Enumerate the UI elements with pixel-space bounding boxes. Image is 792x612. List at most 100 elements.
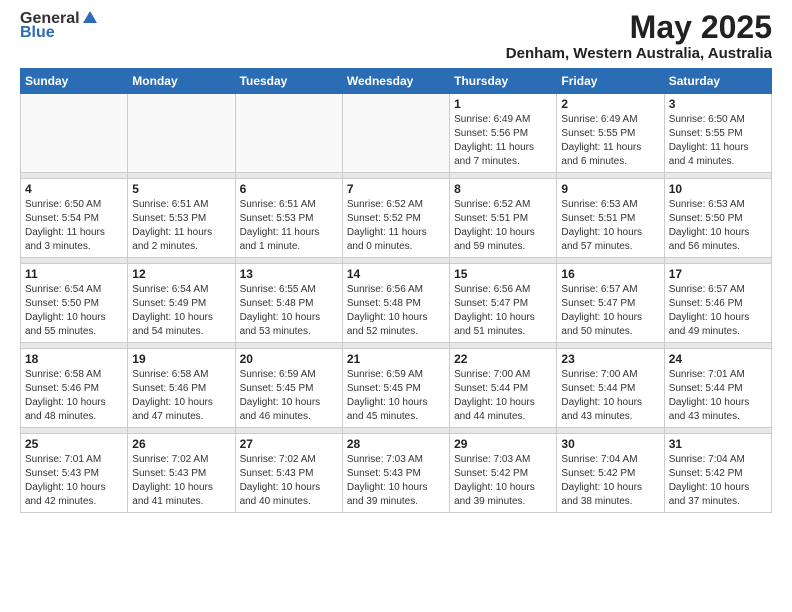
day-info: Sunrise: 6:58 AM Sunset: 5:46 PM Dayligh…	[25, 368, 123, 424]
weekday-header-monday: Monday	[128, 69, 235, 94]
day-info: Sunrise: 6:54 AM Sunset: 5:50 PM Dayligh…	[25, 283, 123, 339]
calendar-cell: 3 Sunrise: 6:50 AM Sunset: 5:55 PM Daylig…	[664, 94, 771, 173]
calendar-cell: 5 Sunrise: 6:51 AM Sunset: 5:53 PM Daylig…	[128, 179, 235, 258]
calendar-cell: 9 Sunrise: 6:53 AM Sunset: 5:51 PM Daylig…	[557, 179, 664, 258]
logo-blue: Blue	[20, 24, 55, 42]
day-info: Sunrise: 7:01 AM Sunset: 5:43 PM Dayligh…	[25, 453, 123, 509]
day-info: Sunrise: 7:02 AM Sunset: 5:43 PM Dayligh…	[240, 453, 338, 509]
day-number: 27	[240, 437, 338, 451]
calendar-cell: 30 Sunrise: 7:04 AM Sunset: 5:42 PM Dayli…	[557, 434, 664, 513]
weekday-header-wednesday: Wednesday	[342, 69, 449, 94]
day-number: 7	[347, 182, 445, 196]
day-info: Sunrise: 7:01 AM Sunset: 5:44 PM Dayligh…	[669, 368, 767, 424]
day-number: 10	[669, 182, 767, 196]
day-number: 14	[347, 267, 445, 281]
calendar-cell: 25 Sunrise: 7:01 AM Sunset: 5:43 PM Dayli…	[21, 434, 128, 513]
calendar-cell: 21 Sunrise: 6:59 AM Sunset: 5:45 PM Dayli…	[342, 349, 449, 428]
day-number: 18	[25, 352, 123, 366]
day-info: Sunrise: 6:55 AM Sunset: 5:48 PM Dayligh…	[240, 283, 338, 339]
day-number: 13	[240, 267, 338, 281]
day-number: 5	[132, 182, 230, 196]
calendar-cell	[235, 94, 342, 173]
calendar-page: General Blue May 2025 Denham, Western Au…	[0, 0, 792, 612]
calendar-cell: 6 Sunrise: 6:51 AM Sunset: 5:53 PM Daylig…	[235, 179, 342, 258]
day-number: 29	[454, 437, 552, 451]
day-info: Sunrise: 6:50 AM Sunset: 5:54 PM Dayligh…	[25, 198, 123, 254]
calendar-cell: 26Sunrise: 7:02 AM Sunset: 5:43 PM Dayli…	[128, 434, 235, 513]
calendar-cell: 11 Sunrise: 6:54 AM Sunset: 5:50 PM Dayli…	[21, 264, 128, 343]
calendar-cell: 27 Sunrise: 7:02 AM Sunset: 5:43 PM Dayli…	[235, 434, 342, 513]
calendar-cell: 28Sunrise: 7:03 AM Sunset: 5:43 PM Dayli…	[342, 434, 449, 513]
calendar-cell: 16Sunrise: 6:57 AM Sunset: 5:47 PM Dayli…	[557, 264, 664, 343]
location-title: Denham, Western Australia, Australia	[506, 45, 772, 62]
day-info: Sunrise: 6:49 AM Sunset: 5:55 PM Dayligh…	[561, 113, 659, 169]
day-number: 21	[347, 352, 445, 366]
day-number: 20	[240, 352, 338, 366]
calendar-cell: 17Sunrise: 6:57 AM Sunset: 5:46 PM Dayli…	[664, 264, 771, 343]
calendar-cell	[21, 94, 128, 173]
calendar-cell: 10 Sunrise: 6:53 AM Sunset: 5:50 PM Dayli…	[664, 179, 771, 258]
weekday-header-row: SundayMondayTuesdayWednesdayThursdayFrid…	[21, 69, 772, 94]
calendar-week-1: 1 Sunrise: 6:49 AM Sunset: 5:56 PM Daylig…	[21, 94, 772, 173]
day-number: 4	[25, 182, 123, 196]
calendar-cell: 1 Sunrise: 6:49 AM Sunset: 5:56 PM Daylig…	[450, 94, 557, 173]
calendar-cell: 13 Sunrise: 6:55 AM Sunset: 5:48 PM Dayli…	[235, 264, 342, 343]
month-title: May 2025	[506, 10, 772, 45]
calendar-cell: 7 Sunrise: 6:52 AM Sunset: 5:52 PM Daylig…	[342, 179, 449, 258]
day-info: Sunrise: 6:53 AM Sunset: 5:50 PM Dayligh…	[669, 198, 767, 254]
title-section: May 2025 Denham, Western Australia, Aust…	[506, 10, 772, 62]
day-info: Sunrise: 7:04 AM Sunset: 5:42 PM Dayligh…	[669, 453, 767, 509]
day-number: 8	[454, 182, 552, 196]
day-info: Sunrise: 6:56 AM Sunset: 5:48 PM Dayligh…	[347, 283, 445, 339]
day-number: 17	[669, 267, 767, 281]
day-info: Sunrise: 6:59 AM Sunset: 5:45 PM Dayligh…	[240, 368, 338, 424]
day-number: 2	[561, 97, 659, 111]
logo: General Blue	[20, 10, 99, 42]
day-number: 16	[561, 267, 659, 281]
calendar-cell: 29Sunrise: 7:03 AM Sunset: 5:42 PM Dayli…	[450, 434, 557, 513]
calendar-week-2: 4 Sunrise: 6:50 AM Sunset: 5:54 PM Daylig…	[21, 179, 772, 258]
day-number: 30	[561, 437, 659, 451]
day-info: Sunrise: 6:49 AM Sunset: 5:56 PM Dayligh…	[454, 113, 552, 169]
day-info: Sunrise: 7:02 AM Sunset: 5:43 PM Dayligh…	[132, 453, 230, 509]
day-number: 6	[240, 182, 338, 196]
day-info: Sunrise: 6:54 AM Sunset: 5:49 PM Dayligh…	[132, 283, 230, 339]
calendar-table: SundayMondayTuesdayWednesdayThursdayFrid…	[20, 68, 772, 513]
day-number: 23	[561, 352, 659, 366]
calendar-cell: 22 Sunrise: 7:00 AM Sunset: 5:44 PM Dayli…	[450, 349, 557, 428]
day-info: Sunrise: 7:03 AM Sunset: 5:43 PM Dayligh…	[347, 453, 445, 509]
calendar-cell: 2 Sunrise: 6:49 AM Sunset: 5:55 PM Daylig…	[557, 94, 664, 173]
calendar-cell: 24 Sunrise: 7:01 AM Sunset: 5:44 PM Dayli…	[664, 349, 771, 428]
day-number: 1	[454, 97, 552, 111]
day-info: Sunrise: 6:51 AM Sunset: 5:53 PM Dayligh…	[240, 198, 338, 254]
weekday-header-tuesday: Tuesday	[235, 69, 342, 94]
calendar-cell: 23 Sunrise: 7:00 AM Sunset: 5:44 PM Dayli…	[557, 349, 664, 428]
calendar-cell: 15Sunrise: 6:56 AM Sunset: 5:47 PM Dayli…	[450, 264, 557, 343]
day-info: Sunrise: 7:04 AM Sunset: 5:42 PM Dayligh…	[561, 453, 659, 509]
logo-icon	[81, 9, 99, 27]
calendar-cell: 4 Sunrise: 6:50 AM Sunset: 5:54 PM Daylig…	[21, 179, 128, 258]
day-number: 24	[669, 352, 767, 366]
day-number: 15	[454, 267, 552, 281]
calendar-week-4: 18 Sunrise: 6:58 AM Sunset: 5:46 PM Dayli…	[21, 349, 772, 428]
calendar-cell: 31Sunrise: 7:04 AM Sunset: 5:42 PM Dayli…	[664, 434, 771, 513]
day-info: Sunrise: 6:50 AM Sunset: 5:55 PM Dayligh…	[669, 113, 767, 169]
calendar-cell: 19 Sunrise: 6:58 AM Sunset: 5:46 PM Dayli…	[128, 349, 235, 428]
day-info: Sunrise: 7:00 AM Sunset: 5:44 PM Dayligh…	[561, 368, 659, 424]
calendar-week-3: 11 Sunrise: 6:54 AM Sunset: 5:50 PM Dayli…	[21, 264, 772, 343]
day-info: Sunrise: 6:58 AM Sunset: 5:46 PM Dayligh…	[132, 368, 230, 424]
day-number: 19	[132, 352, 230, 366]
day-number: 3	[669, 97, 767, 111]
day-number: 9	[561, 182, 659, 196]
day-info: Sunrise: 7:00 AM Sunset: 5:44 PM Dayligh…	[454, 368, 552, 424]
day-info: Sunrise: 6:51 AM Sunset: 5:53 PM Dayligh…	[132, 198, 230, 254]
calendar-cell	[128, 94, 235, 173]
day-number: 25	[25, 437, 123, 451]
day-info: Sunrise: 6:59 AM Sunset: 5:45 PM Dayligh…	[347, 368, 445, 424]
day-number: 11	[25, 267, 123, 281]
day-info: Sunrise: 6:53 AM Sunset: 5:51 PM Dayligh…	[561, 198, 659, 254]
day-number: 22	[454, 352, 552, 366]
day-info: Sunrise: 6:52 AM Sunset: 5:51 PM Dayligh…	[454, 198, 552, 254]
weekday-header-friday: Friday	[557, 69, 664, 94]
day-info: Sunrise: 6:52 AM Sunset: 5:52 PM Dayligh…	[347, 198, 445, 254]
